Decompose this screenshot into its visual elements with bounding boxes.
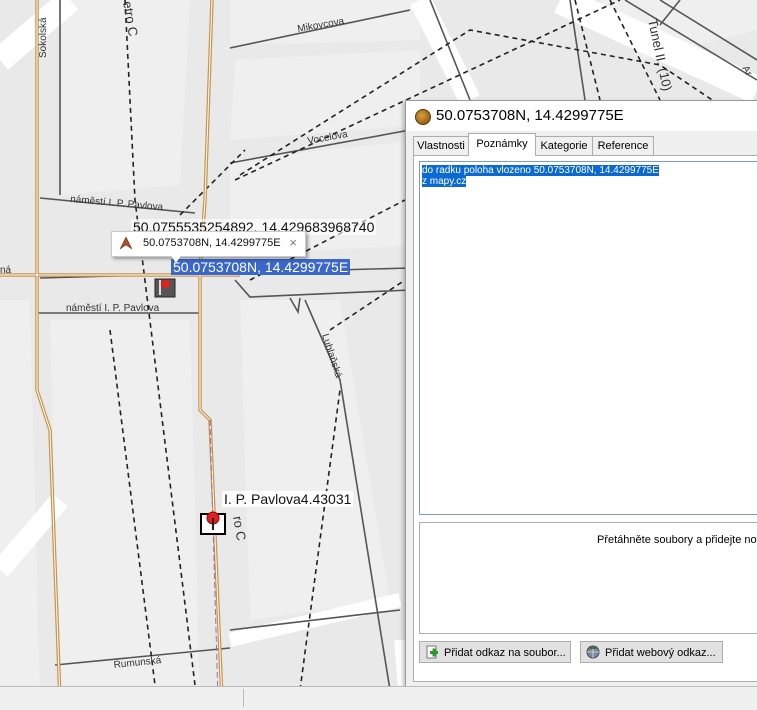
street-label-sokolska: Sokolská (38, 17, 49, 58)
tooltip-coordinates: 50.0753708N, 14.4299775E (143, 237, 281, 249)
poi-label-suffix: 4.43031 (300, 491, 352, 507)
tab-pane-poznamky: do radku poloha vlozeno 50.0753708N, 14.… (413, 155, 757, 682)
tab-reference[interactable]: Reference (592, 136, 654, 155)
street-label-namesti-bottom: náměstí I. P. Pavlova (66, 303, 160, 314)
map-tooltip: 50.0753708N, 14.4299775E × (111, 231, 306, 257)
notes-textarea[interactable]: do radku poloha vlozeno 50.0753708N, 14.… (419, 161, 757, 515)
add-file-link-label: Přidat odkaz na soubor... (444, 647, 566, 659)
panel-title: 50.0753708N, 14.4299775E (436, 107, 624, 124)
panel-titlebar[interactable]: 50.0753708N, 14.4299775E (406, 101, 757, 131)
tab-poznamky[interactable]: Poznámky (468, 133, 536, 156)
globe-link-icon (586, 645, 600, 659)
geocache-icon (415, 109, 431, 125)
tooltip-pointer (170, 254, 182, 263)
street-label-na: ná (0, 265, 12, 276)
file-drop-zone[interactable]: Přetáhněte soubory a přidejte nov (419, 522, 757, 634)
add-web-link-label: Přidat webový odkaz... (605, 647, 716, 659)
poi-label: I. P. Pavlova4.43031 (222, 491, 354, 507)
add-file-link-button[interactable]: Přidat odkaz na soubor... (419, 641, 571, 663)
drop-zone-text: Přetáhněte soubory a přidejte nov (597, 534, 757, 546)
waypoint-flag-icon[interactable] (154, 276, 176, 298)
compass-arrow-icon (119, 236, 133, 250)
notes-line-1: do radku poloha vlozeno 50.0753708N, 14.… (422, 165, 659, 176)
poi-metro-flag-icon[interactable] (200, 509, 226, 535)
poi-label-name: I. P. Pavlova (224, 491, 301, 507)
notes-line-2: z mapy.cz (422, 176, 467, 187)
add-file-icon (426, 645, 438, 659)
status-bar (0, 686, 757, 710)
add-web-link-button[interactable]: Přidat webový odkaz... (580, 641, 723, 663)
status-bar-separator (243, 689, 244, 707)
tab-vlastnosti[interactable]: Vlastnosti (413, 136, 469, 155)
map-coordinate-label-selected[interactable]: 50.0753708N, 14.4299775E (171, 259, 351, 275)
properties-panel: 50.0753708N, 14.4299775E Vlastnosti Pozn… (405, 100, 757, 687)
tab-kategorie[interactable]: Kategorie (535, 136, 593, 155)
close-icon[interactable]: × (289, 235, 297, 250)
